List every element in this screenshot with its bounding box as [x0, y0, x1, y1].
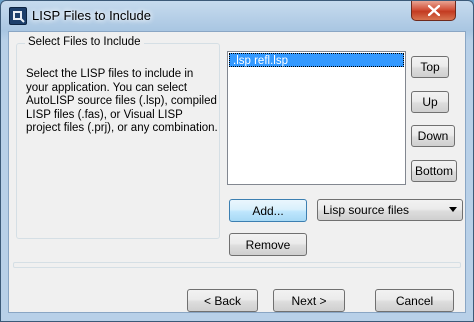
chevron-down-icon [449, 207, 457, 212]
cancel-button[interactable]: Cancel [375, 289, 454, 312]
down-button[interactable]: Down [411, 125, 455, 147]
lisp-files-listbox[interactable]: .lsp refl.lsp [227, 51, 406, 185]
top-button[interactable]: Top [411, 56, 449, 78]
bottom-button[interactable]: Bottom [411, 160, 457, 182]
close-button[interactable] [411, 1, 456, 21]
close-icon [428, 5, 440, 16]
window-title: LISP Files to Include [32, 8, 151, 23]
separator [13, 262, 461, 268]
title-bar[interactable]: LISP Files to Include [1, 1, 473, 33]
add-button[interactable]: Add... [229, 199, 307, 222]
list-item[interactable]: .lsp refl.lsp [229, 53, 404, 67]
dialog-window: LISP Files to Include Select Files to In… [0, 0, 474, 322]
group-title: Select Files to Include [25, 36, 144, 48]
app-icon [9, 7, 27, 25]
group-description: Select the LISP files to include in your… [26, 68, 218, 134]
up-button[interactable]: Up [411, 91, 449, 113]
remove-button[interactable]: Remove [229, 233, 307, 256]
file-type-selected-value: Lisp source files [323, 203, 410, 217]
back-button[interactable]: < Back [187, 289, 258, 312]
file-type-dropdown[interactable]: Lisp source files [317, 199, 463, 221]
dialog-client-area: Select Files to Include Select the LISP … [8, 31, 466, 313]
next-button[interactable]: Next > [273, 289, 345, 312]
